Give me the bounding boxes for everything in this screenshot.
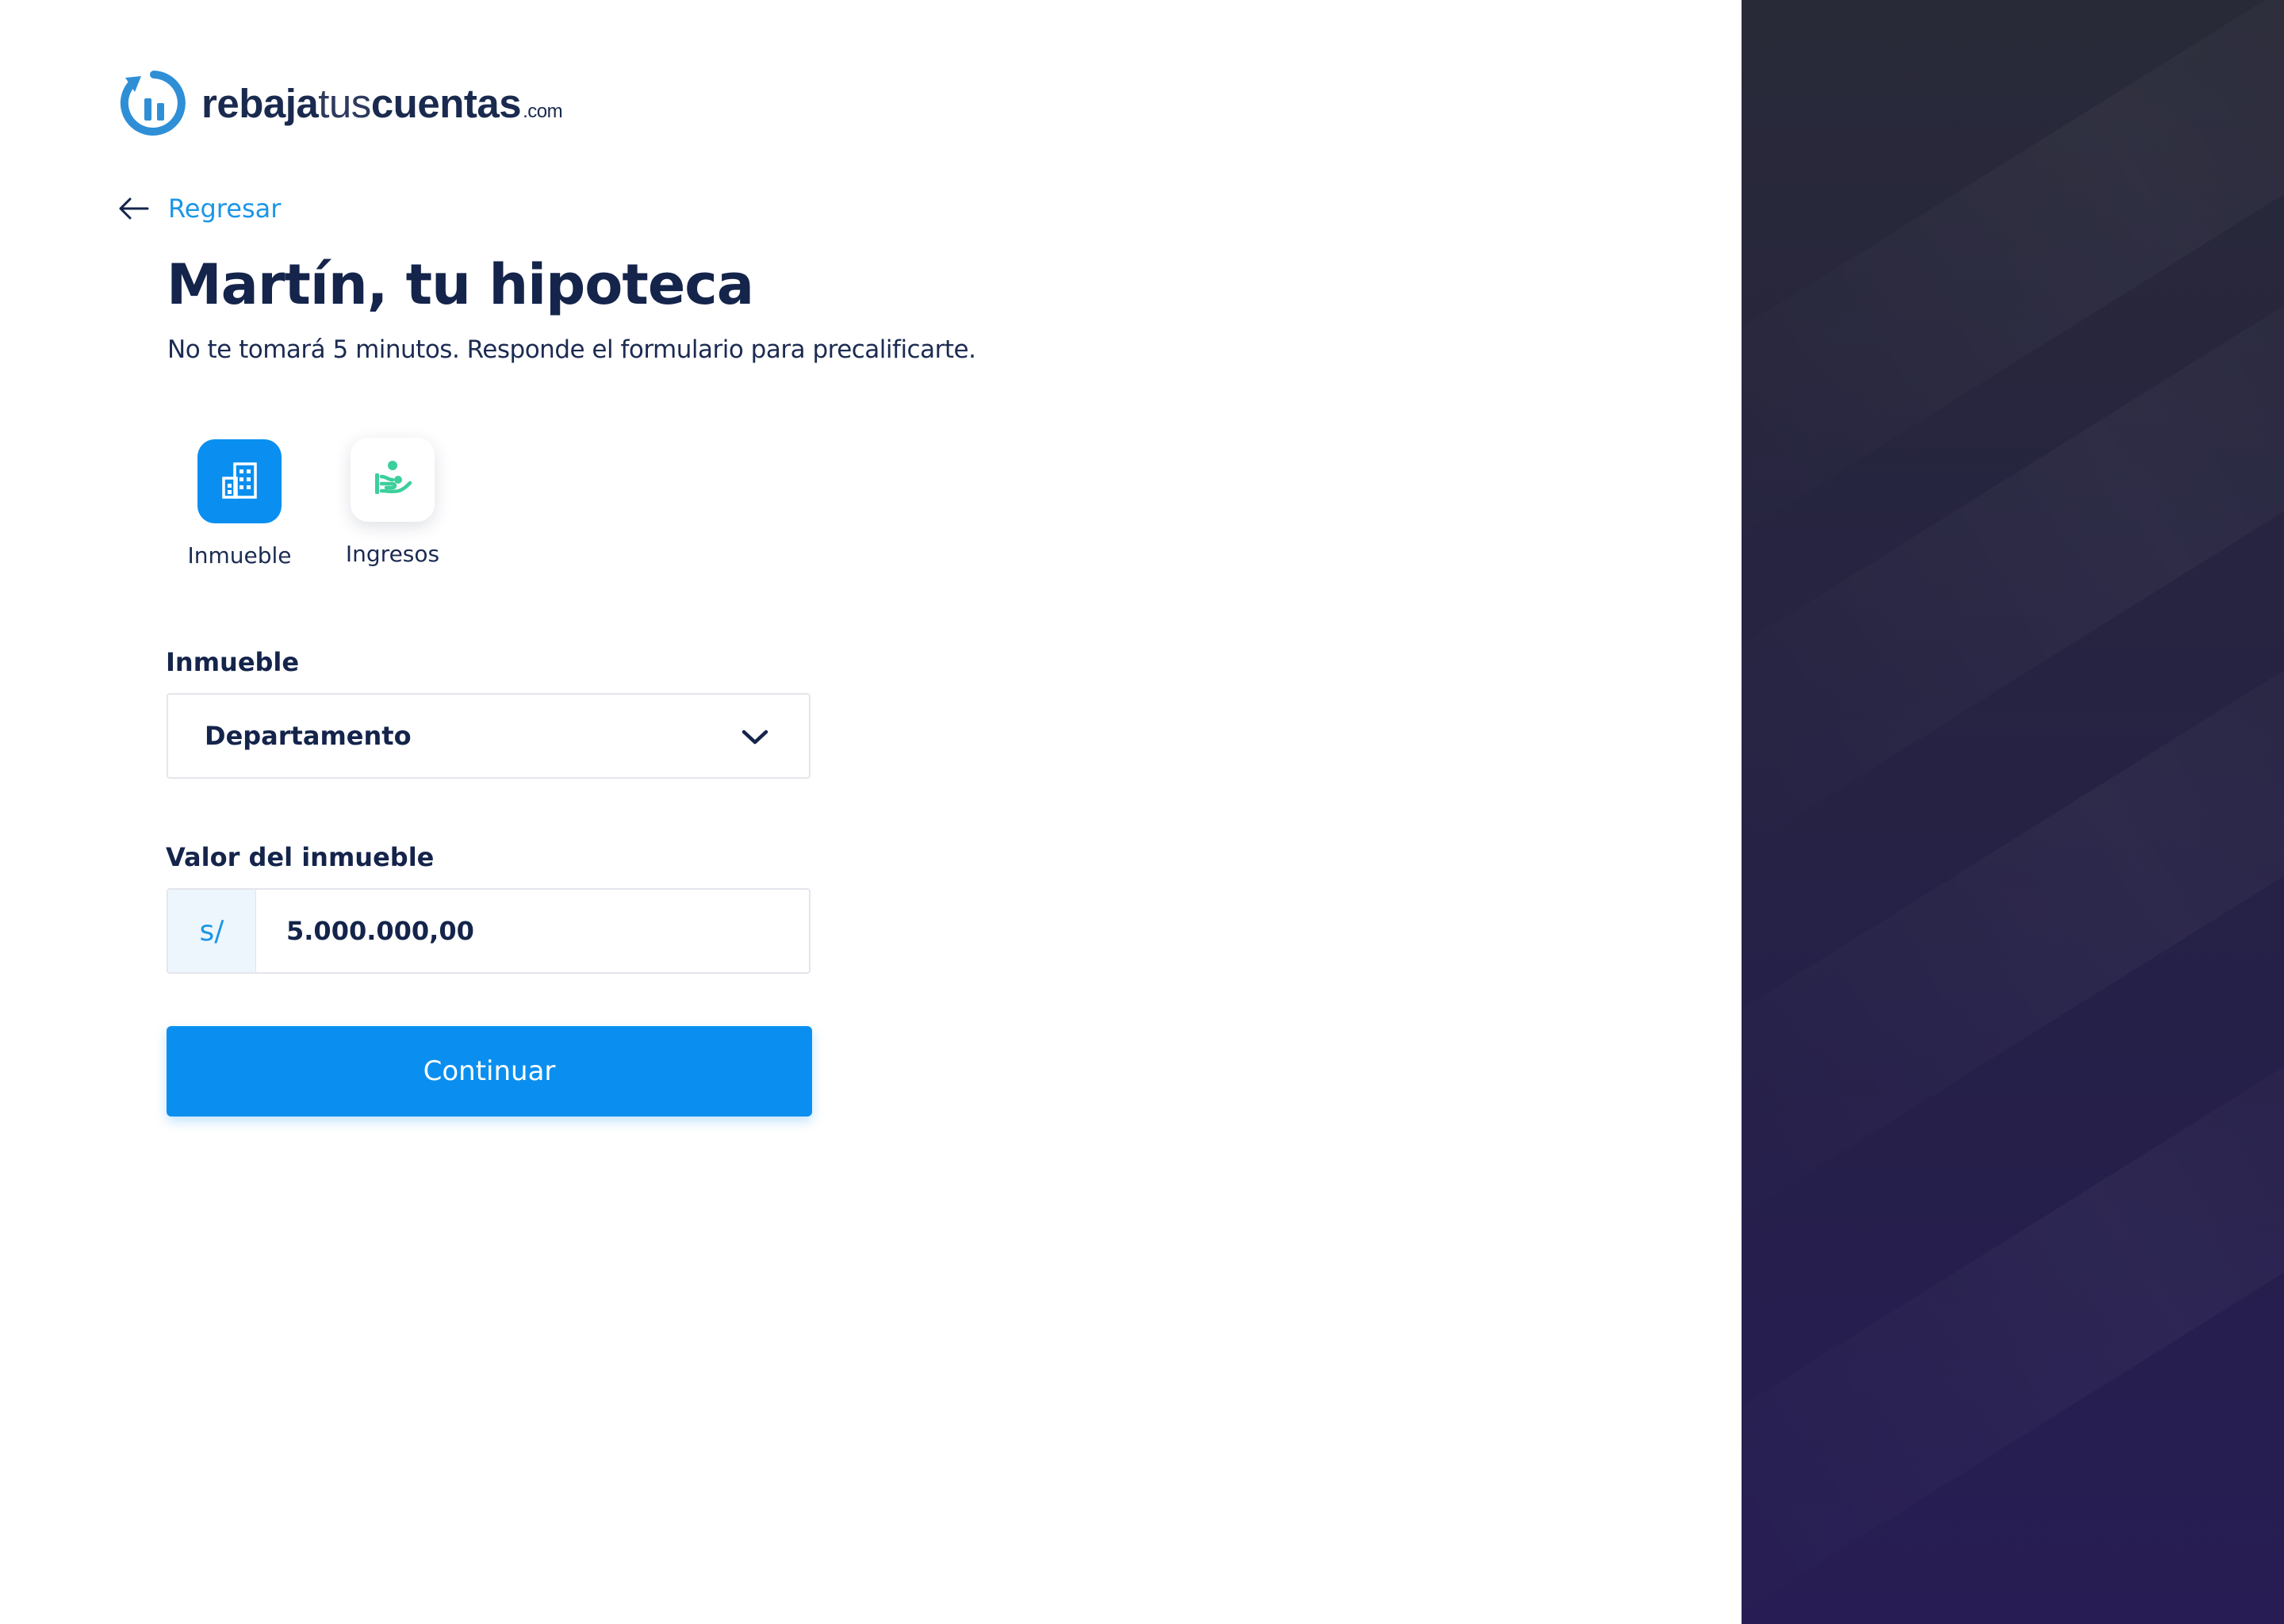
income-hand-icon: [375, 461, 412, 494]
step-inmueble-label: Inmueble: [187, 542, 292, 569]
arrow-left-icon: [119, 197, 149, 220]
back-link-label: Regresar: [168, 193, 282, 224]
continue-button[interactable]: Continuar: [167, 1026, 812, 1116]
property-value-field: s/: [167, 888, 811, 974]
step-ingresos-label: Ingresos: [345, 541, 440, 567]
property-value-input[interactable]: [256, 890, 809, 972]
step-ingresos[interactable]: Ingresos: [313, 438, 472, 567]
property-type-label: Inmueble: [166, 647, 300, 677]
step-ingresos-badge: [351, 438, 435, 522]
building-icon: [222, 462, 257, 499]
back-link[interactable]: Regresar: [117, 193, 281, 224]
step-inmueble-badge: [197, 439, 282, 523]
brand-logo[interactable]: rebajatuscuentas.com: [117, 65, 563, 141]
property-type-select[interactable]: Departamento: [167, 693, 811, 779]
decorative-side-panel: [1742, 0, 2284, 1624]
form-panel: rebajatuscuentas.com Regresar Martín, tu…: [0, 0, 1742, 1624]
property-value-label: Valor del inmueble: [166, 842, 435, 872]
chevron-down-icon: [742, 730, 768, 745]
logo-mark-icon: [120, 71, 186, 136]
brand-wordmark: rebajatuscuentas.com: [201, 80, 563, 126]
property-type-value: Departamento: [205, 721, 412, 751]
page-title: Martín, tu hipoteca: [167, 252, 754, 317]
step-inmueble[interactable]: Inmueble: [160, 439, 319, 569]
currency-prefix: s/: [168, 890, 256, 972]
page-subtitle: No te tomará 5 minutos. Responde el form…: [167, 335, 976, 364]
